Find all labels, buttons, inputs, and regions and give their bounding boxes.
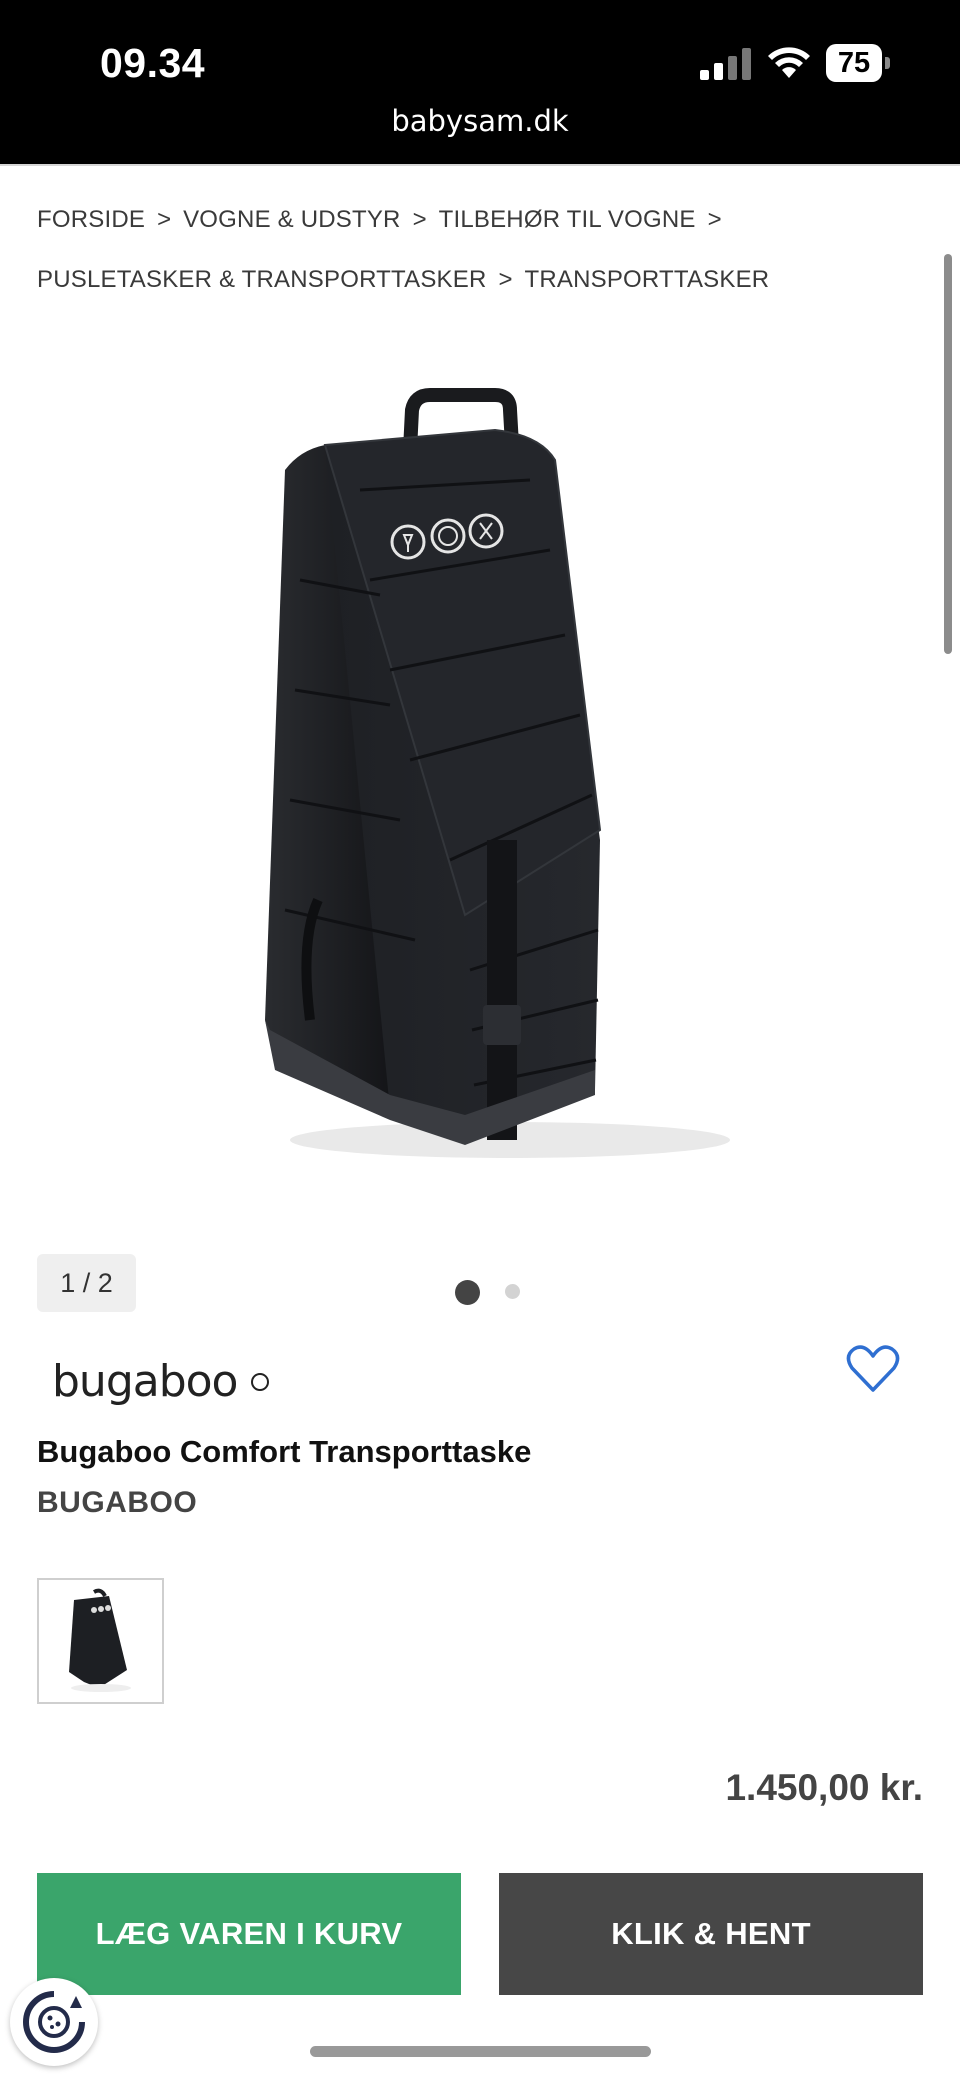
logo-text: bugaboo [52, 1356, 237, 1407]
product-brand[interactable]: BUGABOO [37, 1486, 197, 1520]
breadcrumb-separator: > [498, 266, 513, 293]
wifi-icon [768, 47, 810, 78]
page-scrollbar[interactable] [944, 254, 952, 654]
breadcrumb-separator: > [412, 206, 427, 233]
battery-level: 75 [826, 44, 882, 82]
status-time: 09.34 [100, 40, 206, 86]
thumbnail-image [69, 1588, 131, 1692]
product-price: 1.450,00 kr. [725, 1767, 923, 1808]
breadcrumb-item-forside[interactable]: FORSIDE [37, 206, 145, 233]
heart-icon[interactable] [846, 1344, 900, 1394]
add-to-cart-button[interactable]: LÆG VAREN I KURV [37, 1873, 461, 1995]
cellular-signal-icon [700, 46, 752, 80]
home-indicator[interactable] [310, 2046, 651, 2057]
gallery-dot[interactable] [505, 1284, 520, 1299]
breadcrumb: FORSIDE > VOGNE & UDSTYR > TILBEHØR TIL VOGN… [37, 190, 937, 310]
product-title: Bugaboo Comfort Transporttaske [37, 1434, 532, 1469]
bugaboo-logo[interactable]: bugaboo [52, 1350, 282, 1420]
breadcrumb-item-tilbehoer[interactable]: TILBEHØR TIL VOGNE [439, 206, 696, 233]
cookie-consent-widget[interactable] [10, 1978, 98, 2066]
breadcrumb-item-vogne-udstyr[interactable]: VOGNE & UDSTYR [183, 206, 401, 233]
status-bar: 09.34 75 babysam.dk [0, 0, 960, 164]
address-bar-url[interactable]: babysam.dk [0, 104, 960, 138]
breadcrumb-item-pusletasker[interactable]: PUSLETASKER & TRANSPORTTASKER [37, 266, 486, 293]
gallery-counter: 1 / 2 [37, 1254, 136, 1312]
click-and-collect-button[interactable]: KLIK & HENT [499, 1873, 923, 1995]
product-image[interactable] [240, 370, 740, 1170]
gallery-dot-active[interactable] [455, 1280, 480, 1305]
product-thumbnail[interactable] [37, 1578, 164, 1704]
header-divider [0, 164, 960, 166]
breadcrumb-item-transporttasker[interactable]: TRANSPORTTASKER [525, 266, 770, 293]
battery-icon: 75 [826, 44, 890, 82]
cookie-icon [23, 1991, 85, 2053]
breadcrumb-separator: > [157, 206, 172, 233]
breadcrumb-separator: > [707, 206, 722, 233]
